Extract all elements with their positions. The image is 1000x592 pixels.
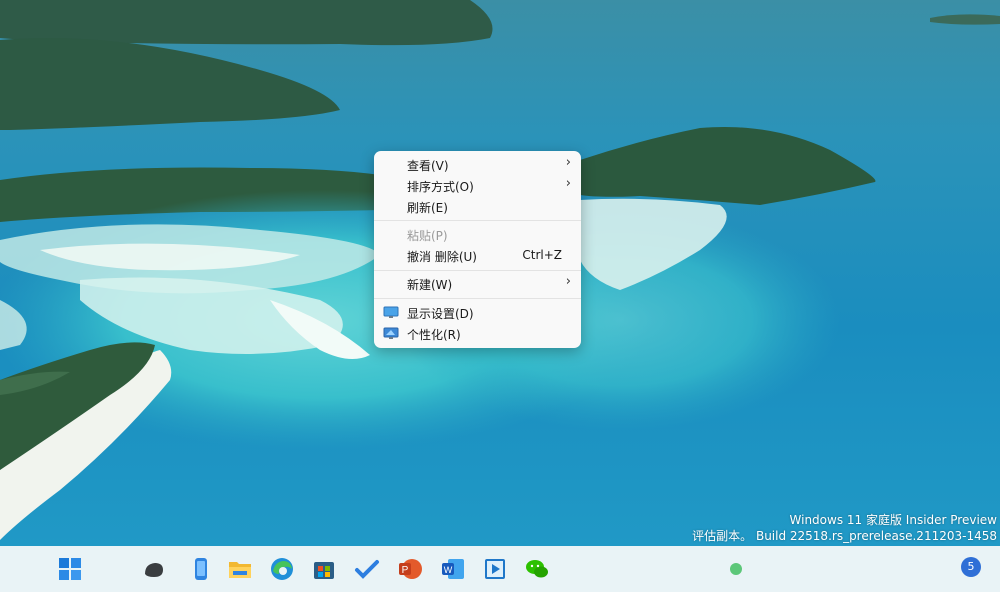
phone-link-icon	[195, 558, 207, 580]
file-explorer-icon	[229, 562, 251, 578]
menu-item-refresh[interactable]: 刷新(E)	[374, 196, 581, 217]
menu-separator	[374, 220, 581, 221]
menu-separator	[374, 298, 581, 299]
chevron-right-icon: ›	[565, 155, 571, 170]
todo-icon	[355, 560, 379, 579]
menu-item-personalize-label: 个性化(R)	[407, 328, 461, 342]
taskbar-edge[interactable]	[269, 556, 295, 582]
personalize-icon	[383, 327, 399, 339]
menu-item-display-settings[interactable]: 显示设置(D)	[374, 302, 581, 323]
taskbar-word[interactable]: W	[440, 556, 466, 582]
menu-item-display-settings-label: 显示设置(D)	[407, 307, 474, 321]
wechat-icon	[526, 560, 548, 578]
svg-text:P: P	[402, 565, 409, 576]
chevron-right-icon: ›	[565, 274, 571, 289]
start-icon	[59, 558, 81, 580]
menu-item-view[interactable]: 查看(V) ›	[374, 154, 581, 175]
taskbar-todo[interactable]	[354, 556, 380, 582]
chevron-right-icon: ›	[565, 176, 571, 191]
menu-item-personalize[interactable]: 个性化(R)	[374, 323, 581, 344]
menu-item-sort-by[interactable]: 排序方式(O) ›	[374, 175, 581, 196]
taskbar-wechat[interactable]	[524, 556, 550, 582]
tray-status-icon[interactable]	[730, 563, 742, 575]
menu-item-paste-label: 粘贴(P)	[407, 229, 448, 243]
notification-badge[interactable]: 5	[961, 557, 981, 577]
microsoft-store-icon	[314, 562, 334, 579]
taskbar-app-dark[interactable]	[141, 556, 167, 582]
menu-item-new[interactable]: 新建(W) ›	[374, 273, 581, 294]
menu-item-undo-delete[interactable]: 撤消 删除(U) Ctrl+Z	[374, 245, 581, 266]
taskbar: P W	[0, 546, 1000, 592]
menu-item-paste: 粘贴(P)	[374, 224, 581, 245]
menu-item-sort-by-label: 排序方式(O)	[407, 180, 474, 194]
edge-icon	[271, 558, 293, 580]
desktop-context-menu: 查看(V) › 排序方式(O) › 刷新(E) 粘贴(P) 撤消 删除(U) C…	[374, 151, 581, 348]
watermark-edition: Windows 11 家庭版 Insider Preview	[789, 513, 997, 527]
taskbar-powerpoint[interactable]: P	[397, 556, 423, 582]
menu-item-undo-delete-label: 撤消 删除(U)	[407, 250, 477, 264]
powerpoint-icon: P	[399, 559, 422, 579]
media-player-icon	[485, 559, 505, 579]
menu-item-refresh-label: 刷新(E)	[407, 201, 448, 215]
evaluation-watermark: Windows 11 家庭版 Insider Preview 评估副本。 Bui…	[692, 512, 997, 544]
menu-item-undo-delete-shortcut: Ctrl+Z	[522, 248, 562, 262]
display-settings-icon	[383, 306, 399, 318]
menu-item-view-label: 查看(V)	[407, 159, 449, 173]
taskbar-microsoft-store[interactable]	[311, 556, 337, 582]
taskbar-file-explorer[interactable]	[227, 556, 253, 582]
menu-separator	[374, 270, 581, 271]
word-icon: W	[442, 559, 464, 579]
taskbar-phone-link[interactable]	[188, 556, 214, 582]
watermark-build: 评估副本。 Build 22518.rs_prerelease.211203-1…	[692, 529, 997, 543]
menu-item-new-label: 新建(W)	[407, 278, 453, 292]
start-button[interactable]	[57, 556, 83, 582]
svg-text:W: W	[444, 565, 453, 575]
app-dark-icon	[145, 563, 163, 577]
taskbar-media-player[interactable]	[482, 556, 508, 582]
